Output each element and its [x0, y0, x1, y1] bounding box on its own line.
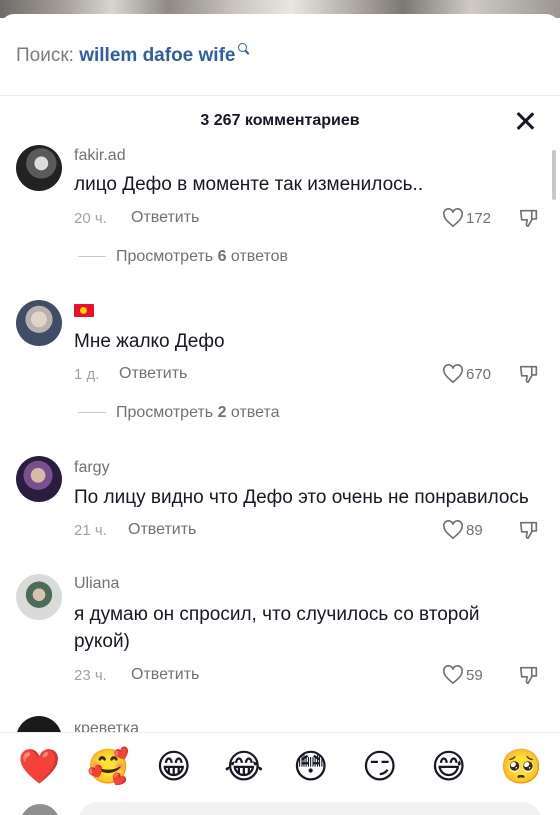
search-bar[interactable]: Поиск: willem dafoe wife: [16, 43, 248, 67]
comment-timestamp: 21 ч.: [74, 522, 107, 539]
search-label: Поиск:: [16, 45, 74, 66]
replies-count: 2: [217, 404, 227, 421]
avatar[interactable]: [16, 300, 62, 346]
thumbs-down-icon[interactable]: [518, 519, 540, 541]
like-count: 59: [466, 667, 483, 684]
avatar[interactable]: [16, 456, 62, 502]
comment-timestamp: 1 д.: [74, 366, 100, 383]
comment-username[interactable]: fakir.ad: [74, 147, 126, 165]
comment-username[interactable]: Uliana: [74, 575, 119, 593]
heart-outline-icon[interactable]: [442, 665, 464, 685]
heart-outline-icon[interactable]: [442, 208, 464, 228]
reply-button[interactable]: Ответить: [131, 666, 199, 684]
close-icon[interactable]: [514, 110, 536, 132]
replies-count: 6: [217, 248, 227, 265]
emoji-quick-bar: ❤️ 🥰 😁 😂 😳 😏 😅 🥺: [0, 745, 560, 789]
comment-timestamp: 20 ч.: [74, 210, 107, 227]
scrollbar[interactable]: [552, 150, 556, 200]
view-replies-suffix: ответа: [230, 404, 280, 421]
comments-count-title: 3 267 комментариев: [200, 112, 360, 129]
thumbs-down-icon[interactable]: [518, 363, 540, 385]
pleading-face-emoji-icon[interactable]: 🥺: [500, 745, 542, 789]
add-comment-input[interactable]: [78, 802, 542, 815]
flushed-face-emoji-icon[interactable]: 😳: [293, 745, 328, 789]
reply-button[interactable]: Ответить: [119, 365, 187, 383]
view-replies-suffix: ответов: [230, 248, 289, 265]
comment-text: По лицу видно что Дефо это очень не понр…: [74, 487, 529, 508]
view-replies-button[interactable]: Просмотреть 2 ответа: [78, 404, 280, 422]
comment-timestamp: 23 ч.: [74, 667, 107, 684]
kyrgyzstan-flag: [74, 304, 94, 317]
replies-divider: [78, 412, 106, 414]
thumbs-down-icon[interactable]: [518, 207, 540, 229]
avatar[interactable]: [16, 574, 62, 620]
comment-text: я думаю он спросил, что случилось со вто…: [74, 604, 480, 652]
search-query-wrap[interactable]: willem dafoe wife: [79, 43, 248, 67]
tears-of-joy-emoji-icon[interactable]: 😂: [224, 745, 264, 789]
view-replies-prefix: Просмотреть: [116, 248, 214, 265]
comment-text: Мне жалко Дефо: [74, 331, 225, 352]
like-count: 89: [466, 522, 483, 539]
heart-outline-icon[interactable]: [442, 520, 464, 540]
red-heart-emoji-icon[interactable]: ❤️: [18, 745, 60, 789]
heart-outline-icon[interactable]: [442, 364, 464, 384]
search-icon: [238, 43, 248, 52]
thumbs-down-icon[interactable]: [518, 664, 540, 686]
view-replies-prefix: Просмотреть: [116, 404, 214, 421]
avatar[interactable]: [16, 145, 62, 191]
search-query-link[interactable]: willem dafoe wife: [79, 45, 235, 66]
comment-text: лицо Дефо в моменте так изменилось..: [74, 174, 424, 195]
reply-button[interactable]: Ответить: [128, 521, 196, 539]
comment-username[interactable]: fargy: [74, 459, 110, 477]
search-panel: Поиск: willem dafoe wife: [0, 14, 560, 96]
like-count: 172: [466, 210, 492, 227]
like-count: 670: [466, 366, 492, 383]
beaming-face-emoji-icon[interactable]: 😁: [156, 745, 191, 789]
grinning-sweat-emoji-icon[interactable]: 😅: [431, 745, 466, 789]
replies-divider: [78, 256, 106, 258]
smirking-face-emoji-icon[interactable]: 😏: [362, 745, 397, 789]
view-replies-button[interactable]: Просмотреть 6 ответов: [78, 248, 288, 266]
smiling-face-with-hearts-emoji-icon[interactable]: 🥰: [87, 745, 129, 789]
reply-button[interactable]: Ответить: [131, 209, 199, 227]
